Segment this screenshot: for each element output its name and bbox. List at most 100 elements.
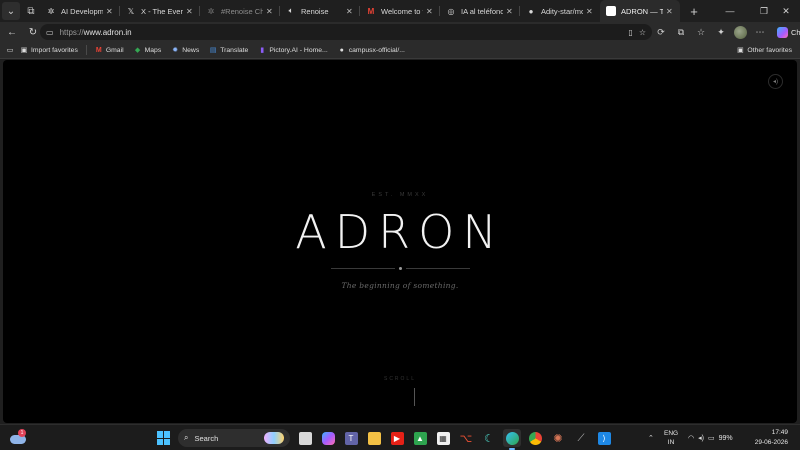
favorites-icon[interactable]: ☆ bbox=[694, 25, 708, 39]
tab-title: ADRON — The be bbox=[621, 6, 663, 16]
tab-gmail[interactable]: M Welcome to th ✕ bbox=[360, 0, 440, 22]
url-text: https://www.adron.in bbox=[60, 28, 132, 37]
vscode-icon[interactable]: ⟩ bbox=[595, 429, 613, 447]
favorites-bar: ▭ ▣ Import favorites M Gmail ◆ Maps ✹ Ne… bbox=[0, 42, 800, 59]
chrome-icon[interactable] bbox=[526, 429, 544, 447]
favorite-campusx[interactable]: ● campusx-official/... bbox=[338, 46, 405, 54]
clock[interactable]: 17:49 29-06-2026 bbox=[755, 428, 788, 448]
tab-title: Renoise bbox=[301, 6, 329, 16]
favorite-label: Maps bbox=[144, 46, 162, 54]
claude-icon[interactable]: ✺ bbox=[549, 429, 567, 447]
clock-date: 29-06-2026 bbox=[754, 439, 788, 446]
more-options-icon[interactable]: ⋯ bbox=[753, 25, 767, 39]
site-info-icon[interactable]: ▭ bbox=[46, 28, 54, 37]
profile-avatar[interactable] bbox=[734, 25, 747, 39]
favorite-pictory[interactable]: ▮ Pictory.AI - Home... bbox=[258, 46, 328, 55]
workspaces-icon[interactable]: ⧉ bbox=[22, 2, 40, 20]
favorite-star-icon[interactable]: ☆ bbox=[639, 28, 646, 37]
refresh-page-icon[interactable]: ⟳ bbox=[654, 25, 668, 39]
favorite-maps[interactable]: ◆ Maps bbox=[134, 46, 162, 55]
url-host: www.adron.in bbox=[83, 27, 132, 37]
x-icon: 𝕏 bbox=[127, 6, 135, 16]
volume-icon: ◂) bbox=[698, 435, 704, 442]
extensions-icon[interactable]: ✦ bbox=[714, 25, 728, 39]
favorite-translate[interactable]: ▤ Translate bbox=[209, 46, 249, 55]
task-view-icon[interactable] bbox=[296, 429, 314, 447]
close-icon[interactable]: ✕ bbox=[266, 7, 274, 16]
tab-renoise-challenge[interactable]: ✲ #Renoise Challeng ✕ bbox=[200, 0, 280, 22]
page-viewport: ◂) EST. MMXX ADRON The beginning of some… bbox=[3, 60, 797, 423]
app-store-icon[interactable]: ▲ bbox=[411, 429, 429, 447]
minimize-icon[interactable]: — bbox=[716, 0, 744, 22]
tab-renoise[interactable]: 🔈︎ Renoise ✕ bbox=[280, 0, 360, 22]
divider-left bbox=[331, 268, 395, 269]
favorite-import[interactable]: ▣ Import favorites bbox=[20, 46, 78, 55]
other-favorites-label: Other favorites bbox=[747, 46, 792, 54]
globe-icon: ◎ bbox=[447, 6, 455, 16]
show-hidden-icons[interactable]: ⌃ bbox=[648, 429, 654, 447]
favorite-label: campusx-official/... bbox=[348, 46, 405, 54]
notification-badge: 1 bbox=[18, 429, 26, 437]
tagline: The beginning of something. bbox=[341, 281, 459, 290]
translate-icon: ▤ bbox=[209, 47, 217, 54]
favorite-label: Translate bbox=[220, 46, 249, 54]
git-icon[interactable]: ⌥ bbox=[457, 429, 475, 447]
close-icon[interactable]: ✕ bbox=[426, 7, 434, 16]
tab-adron[interactable]: ADRON — The be ✕ bbox=[600, 0, 680, 22]
favorite-news[interactable]: ✹ News bbox=[171, 46, 199, 55]
sketch-icon[interactable]: ⟋ bbox=[572, 429, 590, 447]
github-icon: ● bbox=[339, 46, 344, 54]
youtube-icon[interactable]: ▶ bbox=[388, 429, 406, 447]
battery-percent: 99% bbox=[718, 434, 733, 442]
taskbar-search[interactable]: ⌕ Search bbox=[178, 429, 290, 447]
close-icon[interactable]: ✕ bbox=[346, 7, 354, 16]
close-icon[interactable]: ✕ bbox=[506, 7, 514, 16]
search-label: Search bbox=[194, 433, 219, 443]
reading-view-icon[interactable]: ▯ bbox=[628, 28, 632, 37]
window-close-icon[interactable]: ✕ bbox=[772, 0, 800, 22]
brand-title: ADRON bbox=[295, 205, 505, 259]
copilot-app-icon[interactable] bbox=[319, 429, 337, 447]
other-favorites[interactable]: ▣ Other favorites bbox=[736, 46, 792, 55]
edge-icon[interactable] bbox=[503, 429, 521, 450]
tab-ai-development[interactable]: ✲ AI Development P ✕ bbox=[40, 0, 120, 22]
scroll-label: SCROLL bbox=[383, 376, 416, 382]
favorite-label: Pictory.AI - Home... bbox=[269, 46, 328, 54]
search-icon: ⌕ bbox=[184, 433, 189, 442]
url-protocol: https:// bbox=[59, 27, 84, 37]
settings-icon: ✲ bbox=[47, 6, 55, 16]
chat-button[interactable]: Chat bbox=[773, 26, 800, 38]
language-region: IN bbox=[667, 439, 675, 446]
weather-widget-icon[interactable]: 1 bbox=[10, 429, 28, 447]
tab-title: AI Development P bbox=[61, 6, 103, 16]
teams-icon[interactable]: T bbox=[342, 429, 360, 447]
tab-x[interactable]: 𝕏 X - The Everything ✕ bbox=[120, 0, 200, 22]
toolbar-right: ⟳ ⧉ ☆ ✦ ⋯ Chat bbox=[654, 22, 800, 42]
tab-title: Welcome to th bbox=[381, 6, 423, 16]
search-highlight-icon bbox=[264, 432, 284, 444]
close-icon[interactable]: ✕ bbox=[186, 7, 194, 16]
tab-actions-menu-icon[interactable]: ⌄ bbox=[2, 2, 20, 20]
file-explorer-icon[interactable] bbox=[365, 429, 383, 447]
split-screen-icon[interactable]: ⧉ bbox=[674, 25, 688, 39]
back-icon[interactable]: ← bbox=[3, 23, 21, 41]
tab-ia-telefono[interactable]: ◎ IA al teléfono ✕ bbox=[440, 0, 520, 22]
new-tab-button[interactable]: + bbox=[684, 1, 704, 21]
microsoft-store-icon[interactable]: ▦ bbox=[434, 429, 452, 447]
tab-title: Adity-star/mcp-yt bbox=[541, 6, 583, 16]
folder-icon: ▣ bbox=[20, 47, 28, 54]
github-icon: ● bbox=[528, 6, 534, 16]
close-icon[interactable]: ✕ bbox=[666, 7, 674, 16]
language-code: ENG bbox=[664, 430, 679, 437]
copilot-wave-icon[interactable]: ☾ bbox=[480, 429, 498, 447]
system-tray[interactable]: ◠ ◂) ▭ 99% bbox=[688, 429, 733, 447]
tab-github-mcp[interactable]: ● Adity-star/mcp-yt ✕ bbox=[520, 0, 600, 22]
collections-icon[interactable]: ▭ bbox=[6, 46, 14, 54]
start-button[interactable] bbox=[157, 431, 171, 445]
favorite-gmail[interactable]: M Gmail bbox=[95, 46, 124, 54]
close-icon[interactable]: ✕ bbox=[106, 7, 114, 16]
address-field[interactable]: ▭ https://www.adron.in ▯ ☆ bbox=[40, 24, 652, 40]
sound-toggle-icon[interactable]: ◂) bbox=[768, 74, 783, 89]
language-indicator[interactable]: ENG IN bbox=[664, 429, 678, 447]
close-icon[interactable]: ✕ bbox=[586, 7, 594, 16]
